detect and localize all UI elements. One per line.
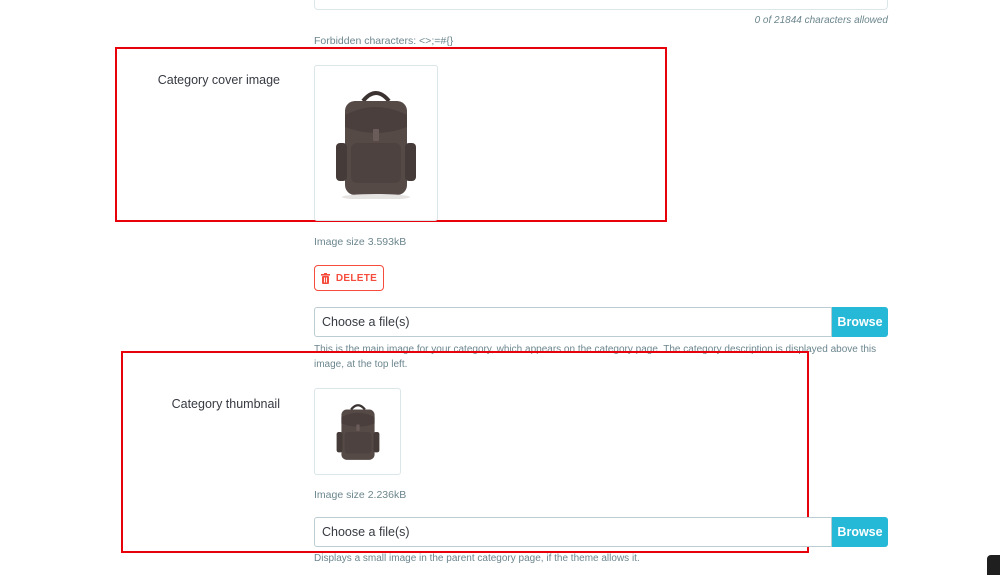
- cover-image-label: Category cover image: [157, 73, 280, 87]
- thumbnail-label: Category thumbnail: [171, 397, 280, 411]
- corner-widget[interactable]: [987, 555, 1000, 575]
- delete-label: DELETE: [335, 272, 378, 284]
- description-textarea[interactable]: [314, 0, 888, 10]
- delete-cover-image-button[interactable]: DELETE: [314, 265, 384, 291]
- forbidden-characters-note: Forbidden characters: <>;=#{}: [314, 35, 454, 47]
- cover-image-preview: [314, 65, 438, 221]
- cover-image-file-input[interactable]: Choose a file(s): [314, 307, 832, 337]
- cover-image-size: Image size 3.593kB: [314, 236, 407, 248]
- backpack-image: [336, 91, 416, 199]
- thumbnail-help-text: Displays a small image in the parent cat…: [314, 553, 640, 564]
- thumbnail-preview: [314, 388, 401, 475]
- cover-image-browse-button[interactable]: Browse: [832, 307, 888, 337]
- thumbnail-browse-button[interactable]: Browse: [832, 517, 888, 547]
- thumbnail-file-input[interactable]: Choose a file(s): [314, 517, 832, 547]
- trash-icon: [320, 272, 330, 284]
- character-counter: 0 of 21844 characters allowed: [754, 15, 888, 26]
- backpack-thumbnail-image: [336, 403, 379, 460]
- thumbnail-size: Image size 2.236kB: [314, 489, 407, 501]
